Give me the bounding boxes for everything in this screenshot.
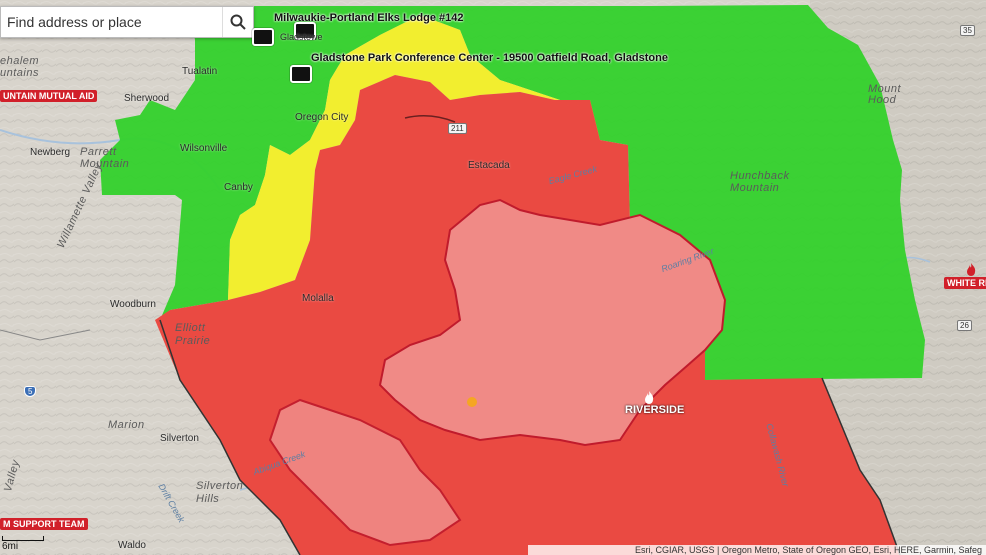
scale-bar: 6mi xyxy=(2,536,44,552)
place-label: Molalla xyxy=(302,293,334,304)
mutual-aid-tag: UNTAIN MUTUAL AID xyxy=(0,90,98,102)
place-label: Tualatin xyxy=(182,66,218,77)
highway-shield: 26 xyxy=(957,320,972,331)
search-icon xyxy=(230,14,246,30)
place-label: Oregon City xyxy=(295,112,349,123)
place-label: Canby xyxy=(224,182,253,193)
place-label: Woodburn xyxy=(110,299,156,310)
scale-label: 6mi xyxy=(2,541,19,552)
place-label: Waldo xyxy=(118,540,146,551)
fire-icon[interactable] xyxy=(964,262,978,276)
map-canvas[interactable] xyxy=(0,0,986,555)
place-label: Gladstowe xyxy=(280,32,323,42)
rv-icon[interactable] xyxy=(290,65,312,83)
place-label: Silverton xyxy=(160,433,199,444)
place-label: Estacada xyxy=(468,160,510,171)
search-input[interactable] xyxy=(1,14,223,30)
highway-shield: 35 xyxy=(960,25,975,36)
place-label: Marion xyxy=(108,419,145,431)
region-label: Hunchback Mountain xyxy=(730,170,790,194)
map-view[interactable]: Milwaukie-Portland Elks Lodge #142 Glads… xyxy=(0,0,986,555)
attribution: Esri, CGIAR, USGS | Oregon Metro, State … xyxy=(528,545,986,555)
search-box xyxy=(0,6,254,38)
region-label: Elliott Prairie xyxy=(175,322,211,347)
region-label: Silverton Hills xyxy=(196,480,244,505)
place-label: Wilsonville xyxy=(180,143,228,154)
place-label: Sherwood xyxy=(124,93,170,104)
poi-label-gladstone-park[interactable]: Gladstone Park Conference Center - 19500… xyxy=(311,52,668,64)
place-label: Newberg xyxy=(30,147,71,158)
fire-label-riverside[interactable]: RIVERSIDE xyxy=(625,404,684,416)
highway-shield: 211 xyxy=(448,123,467,134)
hotspot xyxy=(467,397,477,407)
place-label: Mount Hood xyxy=(868,83,902,106)
poi-label-elks-lodge[interactable]: Milwaukie-Portland Elks Lodge #142 xyxy=(274,12,464,24)
support-team-tag: M SUPPORT TEAM xyxy=(0,518,88,530)
region-label: ehalem untains xyxy=(0,55,40,79)
fire-label-white-river[interactable]: WHITE RIV xyxy=(944,277,986,289)
fire-icon[interactable] xyxy=(642,390,656,404)
rv-icon[interactable] xyxy=(252,28,274,46)
search-button[interactable] xyxy=(222,7,253,37)
